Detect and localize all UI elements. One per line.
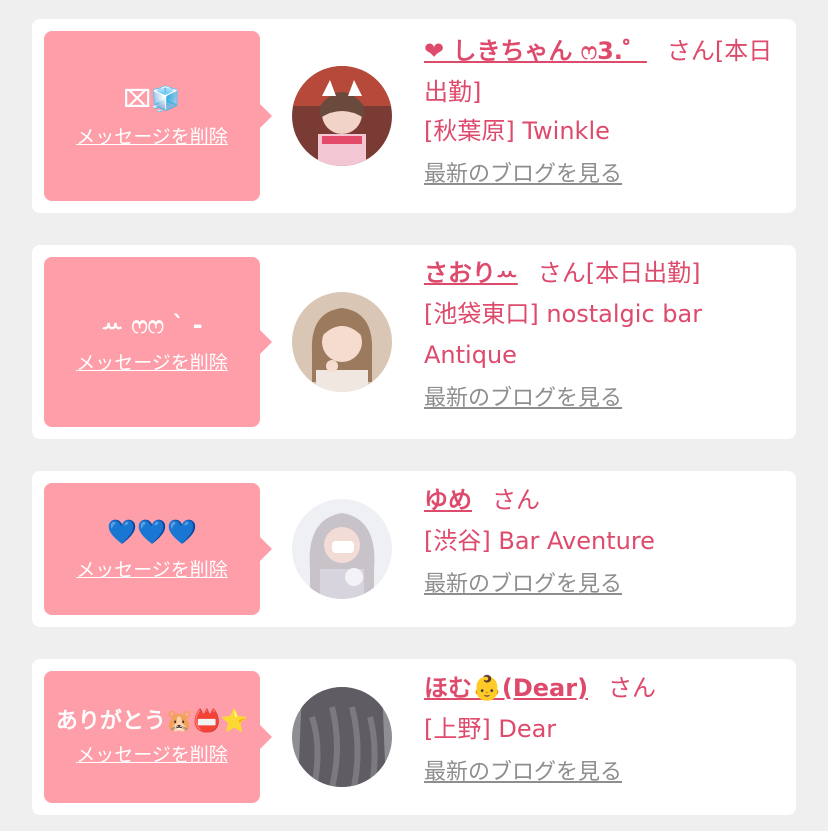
girl-name-link[interactable]: ほむ👶(Dear) — [424, 674, 588, 702]
avatar[interactable] — [292, 499, 392, 599]
message-card: ꕀ ෆෆ ` - メッセージを削除 さおりꕀ さん[本日出勤] [池袋東口] no… — [32, 245, 796, 439]
shop-location: [上野] Dear — [424, 715, 557, 743]
delete-message-link[interactable]: メッセージを削除 — [76, 557, 228, 583]
shop-location: [池袋東口] nostalgic bar — [424, 300, 703, 328]
name-line: ゆめ さん — [424, 480, 790, 521]
shop-location-continued: Antique — [424, 341, 517, 369]
message-text: ありがとう🐹📛⭐ — [55, 709, 249, 734]
shop-location: [秋葉原] Twinkle — [424, 117, 610, 145]
shop-location: [渋谷] Bar Aventure — [424, 527, 655, 555]
avatar[interactable] — [292, 687, 392, 787]
girl-name-link[interactable]: ゆめ — [424, 486, 472, 514]
girl-info: ゆめ さん [渋谷] Bar Aventure 最新のブログを見る — [424, 480, 790, 600]
avatar[interactable] — [292, 66, 392, 166]
message-bubble: ꕀ ෆෆ ` - メッセージを削除 — [44, 257, 272, 427]
latest-blog-link[interactable]: 最新のブログを見る — [424, 160, 622, 190]
message-text: ⌧🧊 — [123, 85, 181, 113]
latest-blog-link[interactable]: 最新のブログを見る — [424, 384, 622, 414]
message-text: ꕀ ෆෆ ` - — [101, 311, 203, 339]
name-line: さおりꕀ さん[本日出勤] — [424, 253, 790, 294]
message-card: ありがとう🐹📛⭐ メッセージを削除 ほむ👶(Dear) さん [上野] Dear … — [32, 659, 796, 815]
delete-message-link[interactable]: メッセージを削除 — [76, 742, 228, 768]
message-bubble: ⌧🧊 メッセージを削除 — [44, 31, 272, 201]
girl-name-link[interactable]: ❤ しきちゃん ෆ3.゜ — [424, 37, 647, 65]
avatar-photo-icon — [292, 66, 392, 166]
delete-message-link[interactable]: メッセージを削除 — [76, 350, 228, 376]
girl-info: ❤ しきちゃん ෆ3.゜ さん[本日出勤] [秋葉原] Twinkle 最新のブロ… — [424, 31, 790, 190]
name-suffix: さん — [492, 486, 540, 514]
avatar[interactable] — [292, 292, 392, 392]
avatar-photo-icon — [292, 292, 392, 392]
message-bubble: ありがとう🐹📛⭐ メッセージを削除 — [44, 671, 272, 803]
girl-info: さおりꕀ さん[本日出勤] [池袋東口] nostalgic bar Antiqu… — [424, 253, 790, 414]
name-suffix: さん — [608, 674, 657, 702]
message-card: 💙💙💙 メッセージを削除 ゆめ さん [渋谷] Bar Aventure 最新のブ… — [32, 471, 796, 627]
girl-name-link[interactable]: さおりꕀ — [424, 259, 518, 287]
latest-blog-link[interactable]: 最新のブログを見る — [424, 570, 622, 600]
name-suffix: さん[本日出勤] — [537, 259, 701, 287]
avatar-photo-icon — [292, 499, 392, 599]
delete-message-link[interactable]: メッセージを削除 — [76, 124, 228, 150]
message-text: 💙💙💙 — [107, 518, 197, 546]
avatar-photo-icon — [292, 687, 392, 787]
message-bubble: 💙💙💙 メッセージを削除 — [44, 483, 272, 615]
girl-info: ほむ👶(Dear) さん [上野] Dear 最新のブログを見る — [424, 668, 790, 788]
name-line: ❤ しきちゃん ෆ3.゜ さん[本日出勤] — [424, 31, 790, 113]
latest-blog-link[interactable]: 最新のブログを見る — [424, 758, 622, 788]
name-line: ほむ👶(Dear) さん — [424, 668, 790, 709]
message-card: ⌧🧊 メッセージを削除 ❤ しきちゃん ෆ3.゜ さん[本日出勤] [秋葉原] T… — [32, 19, 796, 213]
